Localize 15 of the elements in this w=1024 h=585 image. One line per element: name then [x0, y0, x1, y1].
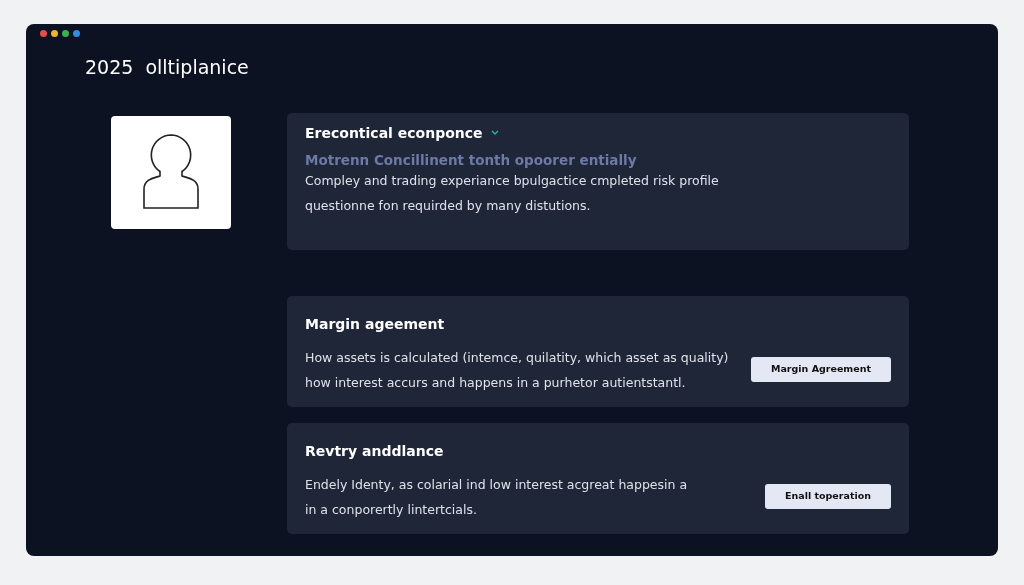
- chevron-icon[interactable]: [490, 130, 499, 136]
- description-text: Endely Identy, as colarial ind low interest acgreat happesin a: [305, 475, 688, 494]
- description-text: How assets is calculated (intemce, quilatity, which asset as quality): [305, 348, 729, 367]
- description-text: Compley and trading experiance bpulgactice cmpleted risk profile: [305, 171, 719, 190]
- section-title: Revtry anddlance: [305, 441, 444, 461]
- description-text: how interest accurs and happens in a purhetor autientstantl.: [305, 373, 687, 392]
- window-title: 2025 olltiplanice: [85, 55, 250, 80]
- section-title: Margin ageement: [305, 314, 445, 334]
- avatar-icon: [111, 115, 231, 229]
- action-button[interactable]: Margin Agreement: [750, 357, 891, 382]
- description-text: questionne fon requirded by many distutions.: [305, 196, 592, 215]
- action-button[interactable]: Enall toperation: [765, 484, 891, 509]
- section-subtitle: Motrenn Concillinent tonth opoorer entially: [305, 151, 638, 168]
- section-title: Erecontical econponce: [305, 123, 483, 143]
- description-text: in a conporertly lintertcials.: [305, 500, 478, 519]
